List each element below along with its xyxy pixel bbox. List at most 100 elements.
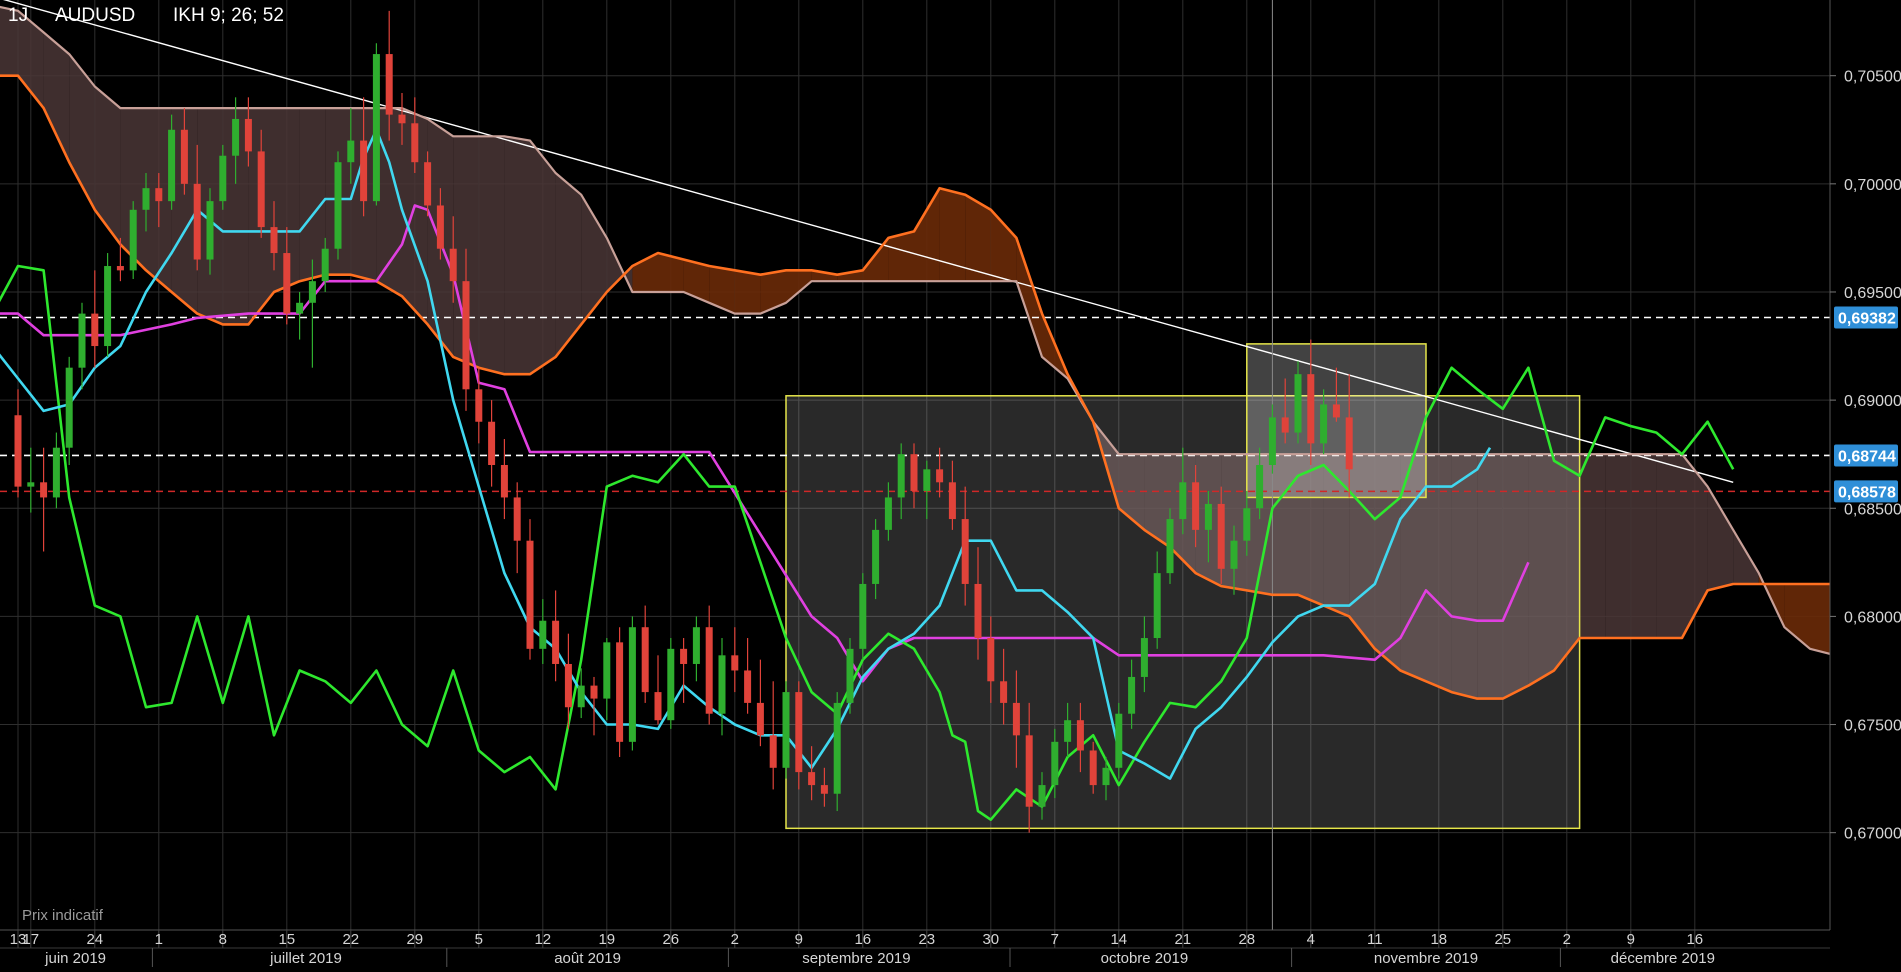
candle-body [104, 266, 112, 347]
candle-body [65, 367, 73, 448]
candle-body [692, 627, 700, 664]
candle-body [52, 447, 60, 498]
candle-body [219, 155, 227, 202]
candle-body [1051, 741, 1059, 786]
candle-body [603, 642, 611, 699]
candle-body [321, 248, 329, 282]
day-label: 25 [1494, 931, 1511, 948]
price-tag-label: 0,68744 [1838, 448, 1896, 465]
price-tag-label: 0,69382 [1838, 310, 1896, 327]
candle-body [1128, 676, 1136, 714]
candle-body [1268, 417, 1276, 465]
candle-body [936, 469, 944, 483]
kumo-segment [299, 108, 326, 282]
kumo-segment [1579, 454, 1606, 639]
symbol-label[interactable]: AUDUSD [55, 5, 135, 27]
candle-body [436, 205, 444, 249]
candle-body [526, 540, 534, 649]
candle-body [731, 655, 739, 671]
day-label: 15 [278, 931, 295, 948]
candle-body [334, 162, 342, 249]
day-label: 14 [1110, 931, 1127, 948]
price-tick-label: 0,70000 [1844, 177, 1901, 194]
price-tick-label: 0,67500 [1844, 718, 1901, 735]
candle-body [142, 188, 150, 210]
month-label: août 2019 [554, 950, 621, 967]
candle-body [449, 248, 457, 282]
candle-body [180, 129, 188, 184]
candle-body [654, 692, 662, 721]
indicative-price-note: Prix indicatif [22, 907, 103, 924]
candle-body [923, 469, 931, 491]
candle-body [948, 482, 956, 520]
candle-body [1166, 519, 1174, 574]
candle-body [667, 648, 675, 721]
candle-body [705, 627, 713, 714]
candle-body [539, 620, 547, 649]
candle-body [616, 642, 624, 742]
candle-body [859, 583, 867, 649]
timeframe-label[interactable]: 1J [8, 5, 28, 27]
day-label: 2 [731, 931, 739, 948]
day-label: 7 [1051, 931, 1059, 948]
candle-body [1345, 417, 1353, 470]
candle-body [1320, 404, 1328, 444]
candle-body [974, 583, 982, 639]
candle-body [500, 465, 508, 498]
candle-body [590, 685, 598, 699]
price-tick-label: 0,68500 [1844, 501, 1901, 518]
candle-body [641, 627, 649, 693]
day-label: 5 [475, 931, 483, 948]
candle-body [577, 685, 585, 708]
candle-body [1192, 482, 1200, 530]
candle-body [155, 188, 163, 202]
day-label: 16 [854, 931, 871, 948]
kumo-segment [1656, 454, 1682, 639]
ichimoku-chart[interactable]: 0,67000 0,67500 0,68000 0,68500 0,69000 0,695… [0, 0, 1901, 967]
day-label: 18 [1430, 931, 1447, 948]
price-tick-label: 0,69000 [1844, 393, 1901, 410]
day-label: 30 [982, 931, 999, 948]
candle-body [168, 129, 176, 202]
price-tick-label: 0,68000 [1844, 609, 1901, 626]
day-label: 26 [662, 931, 679, 948]
candle-body [1012, 702, 1020, 736]
candle-body [846, 648, 854, 703]
kumo-segment [1605, 454, 1631, 639]
candle-body [283, 253, 291, 314]
candle-body [244, 118, 252, 152]
price-tick-label: 0,67000 [1844, 826, 1901, 843]
month-label: juillet 2019 [269, 950, 342, 967]
candle-body [1294, 374, 1302, 433]
candle-body [884, 497, 892, 530]
candle-body [385, 54, 393, 115]
candle-body [360, 140, 368, 202]
day-label: 4 [1307, 931, 1315, 948]
chart-stage[interactable]: 0,67000 0,67500 0,68000 0,68500 0,69000 0,695… [0, 0, 1901, 967]
candle-body [910, 454, 918, 491]
candle-body [744, 670, 752, 703]
candle-body [1000, 681, 1008, 703]
candle-body [820, 785, 828, 794]
price-axis: 0,67000 0,67500 0,68000 0,68500 0,69000 0,695… [1829, 0, 1901, 930]
candle-body [27, 482, 35, 487]
candle-body [552, 620, 560, 664]
candle-body [1153, 573, 1161, 639]
candle-body [1307, 374, 1315, 444]
candle-body [987, 638, 995, 682]
kumo-segment [888, 231, 914, 282]
candle-body [628, 627, 636, 742]
candle-body [961, 519, 969, 584]
indicator-label[interactable]: IKH 9; 26; 52 [173, 5, 284, 27]
candle-body [1179, 482, 1187, 520]
candle-body [1064, 720, 1072, 742]
month-label: octobre 2019 [1101, 950, 1189, 967]
candle-body [1140, 638, 1148, 677]
candle-body [1281, 417, 1289, 433]
day-label: 1 [155, 931, 163, 948]
day-label: 24 [86, 931, 103, 948]
day-label: 11 [1367, 931, 1383, 948]
candle-body [372, 54, 380, 202]
candle-body [1243, 508, 1251, 541]
day-label: 28 [1238, 931, 1255, 948]
